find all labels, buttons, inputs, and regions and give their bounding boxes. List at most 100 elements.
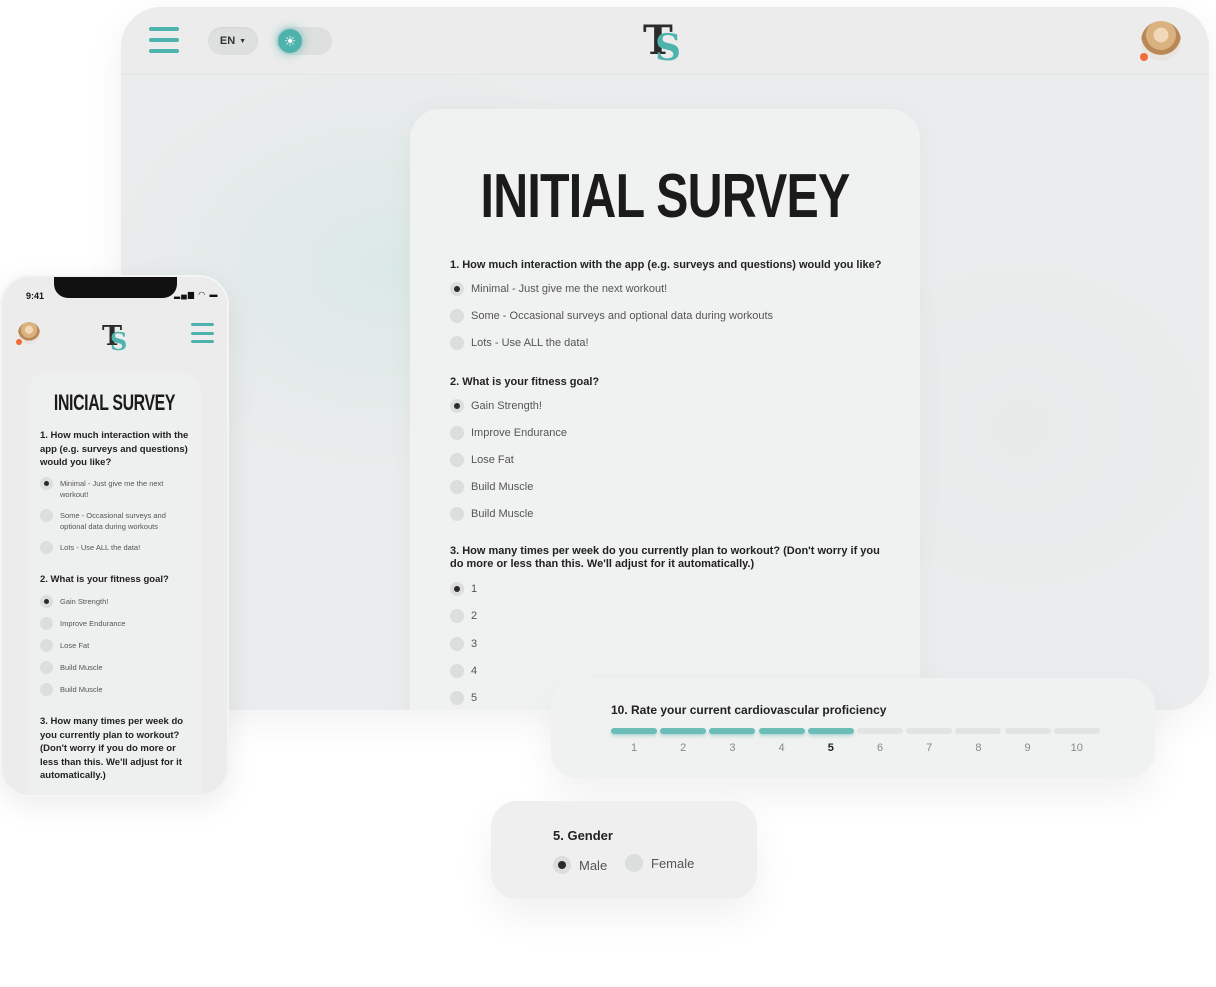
q2-option-build-muscle[interactable]: Build Muscle [40,661,190,674]
q3-option-1[interactable]: 1 [450,582,477,596]
radio-icon [40,661,53,674]
gender-card: 5. Gender Male Female [491,801,757,899]
option-label: Gain Strength! [60,597,109,606]
status-time: 9:41 [26,291,45,301]
radio-icon [450,453,464,467]
question-3: 3. How many times per week do you curren… [450,545,880,570]
rating-number-6: 6 [876,742,884,754]
q2-option-lose-fat[interactable]: Lose Fat [450,453,514,467]
radio-selected-icon [450,399,464,413]
page-title: INITIAL SURVEY [480,162,851,231]
rating-question: 10. Rate your current cardiovascular pro… [611,703,887,717]
rating-number-8: 8 [975,742,982,754]
option-label: Lots - Use ALL the data! [471,337,589,349]
q3-option-5[interactable]: 5 [450,691,477,705]
option-label: Male [579,857,608,873]
notification-dot [1140,53,1148,61]
q2-option-build-muscle-2[interactable]: Build Muscle [40,683,190,696]
q2-option-build-muscle[interactable]: Build Muscle [450,480,533,494]
gender-option-male[interactable]: Male [553,856,607,874]
q2-option-endurance[interactable]: Improve Endurance [40,617,190,630]
option-label: Build Muscle [60,663,103,672]
signal-icon: ▂▄▆ [174,290,195,299]
language-selector[interactable]: EN ▼ [208,27,258,55]
gender-option-female[interactable]: Female [625,854,694,872]
radio-icon [40,683,53,696]
q3-option-4[interactable]: 4 [450,664,477,678]
radio-icon [450,609,464,623]
question-3: 3. How many times per week do you curren… [40,716,184,781]
radio-icon [40,617,53,630]
option-label: Some - Occasional surveys and optional d… [60,511,166,531]
radio-icon [450,637,464,651]
q1-option-some[interactable]: Some - Occasional surveys and optional d… [40,509,190,532]
rating-segment-10[interactable] [1053,728,1100,734]
q2-option-lose-fat[interactable]: Lose Fat [40,639,190,652]
q2-option-endurance[interactable]: Improve Endurance [450,426,567,440]
language-label: EN [219,35,236,47]
q1-option-lots[interactable]: Lots - Use ALL the data! [450,336,589,350]
radio-icon [450,664,464,678]
theme-toggle[interactable]: ☀ [276,27,332,55]
brand-logo[interactable]: TS [643,17,687,69]
q2-option-strength[interactable]: Gain Strength! [40,595,190,608]
rating-number-5: 5 [827,742,834,754]
option-label: Improve Endurance [60,619,126,628]
desktop-top-bar: EN ▼ ☀ TS [121,7,1209,75]
q1-option-some[interactable]: Some - Occasional surveys and optional d… [450,309,773,323]
radio-icon [450,507,464,521]
brand-logo[interactable]: TS [102,321,132,356]
radio-icon [450,691,464,705]
q2-option-strength[interactable]: Gain Strength! [450,399,542,413]
mobile-survey-card: INICIAL SURVEY 1. How much interaction w… [28,373,201,795]
rating-segment-6[interactable] [857,728,903,734]
q2-option-build-muscle-2[interactable]: Build Muscle [450,507,533,521]
menu-icon[interactable] [191,323,214,343]
radio-icon [625,854,643,872]
q1-option-lots[interactable]: Lots - Use ALL the data! [40,541,190,554]
radio-icon [40,639,53,652]
status-icons: ▂▄▆ ◠ ▬ [174,290,218,299]
rating-segment-8[interactable] [955,728,1002,734]
q3-option-2[interactable]: 2 [450,609,477,623]
radio-icon [40,541,53,554]
caret-down-icon: ▼ [239,37,247,45]
rating-segment-7[interactable] [906,728,953,734]
radio-icon [450,426,464,440]
option-label: Build Muscle [471,508,534,520]
phone-mockup: 9:41 ▂▄▆ ◠ ▬ TS INICIAL SURVEY 1. How mu… [0,275,229,797]
option-label: Some - Occasional surveys and optional d… [471,310,774,322]
q3-option-3[interactable]: 3 [450,637,477,651]
rating-number-9: 9 [1024,742,1031,754]
rating-segment-4[interactable] [758,728,805,734]
notification-dot [16,339,22,345]
option-label: Minimal - Just give me the next workout! [471,283,668,295]
question-1: 1. How much interaction with the app (e.… [40,430,189,468]
radio-selected-icon [40,595,53,608]
radio-selected-icon [450,582,464,596]
sun-icon: ☀ [278,29,302,53]
rating-segment-2[interactable] [660,728,707,734]
option-label: Build Muscle [471,481,534,493]
survey-card: INITIAL SURVEY 1. How much interaction w… [410,109,920,710]
rating-number-10: 10 [1070,742,1083,754]
q1-option-minimal[interactable]: Minimal - Just give me the next workout! [40,477,190,500]
cardio-rating-card: 10. Rate your current cardiovascular pro… [551,678,1155,778]
menu-icon[interactable] [149,27,179,53]
page-title: INICIAL SURVEY [53,390,176,415]
option-label: Lots - Use ALL the data! [60,543,141,552]
question-1: 1. How much interaction with the app (e.… [450,259,882,271]
wifi-icon: ◠ [198,290,207,299]
rating-number-4: 4 [778,742,785,754]
option-label: Build Muscle [60,685,103,694]
rating-number-3: 3 [729,742,736,754]
q1-option-minimal[interactable]: Minimal - Just give me the next workout! [450,282,667,296]
showcase-stage: EN ▼ ☀ TS INITIAL SURVEY 1. How much int… [0,0,1216,987]
rating-number-2: 2 [680,742,687,754]
option-label: Lose Fat [471,454,514,466]
rating-segment-9[interactable] [1004,728,1051,734]
radio-icon [450,336,464,350]
rating-segment-3[interactable] [709,728,756,734]
rating-segment-1[interactable] [611,728,657,734]
rating-segment-5[interactable] [807,728,854,734]
